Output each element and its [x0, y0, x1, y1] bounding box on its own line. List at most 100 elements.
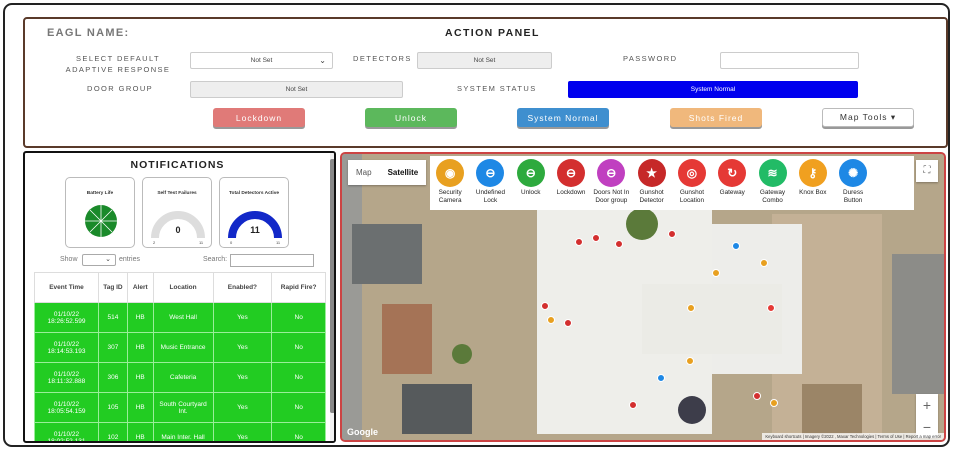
table-cell: HB [126, 362, 154, 393]
eagl-name-label: EAGL NAME: [47, 27, 130, 39]
map-legend: ◉ Security Camera ⊖ Undefined Lock ⊖ Unlock ⊖ L… [430, 156, 914, 210]
table-row[interactable]: 01/10/22 18:11:32.888 306 HB Cafeteria Yes No [34, 362, 326, 393]
legend-item: ◉ Security Camera [430, 156, 470, 210]
legend-label: Doors Not In Door group [593, 189, 630, 204]
detectors-label: DETECTORS [353, 54, 412, 63]
system-normal-button[interactable]: System Normal [517, 108, 609, 127]
total-detectors-arc [228, 211, 282, 239]
table-row[interactable]: 01/10/22 18:14:53.193 307 HB Music Entrance… [34, 332, 326, 363]
detectors-field[interactable]: Not Set [417, 52, 552, 69]
lockdown-button[interactable]: Lockdown [213, 108, 305, 127]
password-field[interactable] [720, 52, 859, 69]
lockdown-marker[interactable] [629, 401, 637, 409]
table-cell: 307 [97, 332, 128, 363]
legend-icon: ⊖ [516, 159, 545, 187]
table-cell: 105 [97, 392, 128, 423]
entries-select[interactable]: ⌄ [82, 254, 116, 266]
map-attribution[interactable]: Keyboard shortcuts | Imagery ©2022 , Max… [762, 433, 944, 440]
self-test-arc [151, 211, 205, 239]
table-row[interactable]: 01/10/22 18:02:52.131 102 HB Main Inter. Ha… [34, 422, 326, 441]
tab-satellite[interactable]: Satellite [380, 160, 427, 185]
camera-marker[interactable] [687, 304, 695, 312]
lockdown-marker[interactable] [668, 230, 676, 238]
gateway-marker[interactable] [767, 304, 775, 312]
legend-item: ★ Gunshot Detector [631, 156, 671, 210]
shots-fired-button[interactable]: Shots Fired [670, 108, 762, 127]
map-tools-button[interactable]: Map Tools ▾ [822, 108, 914, 127]
table-row[interactable]: 01/10/22 18:26:52.599 514 HB West Hall Yes No [34, 302, 326, 333]
legend-icon: ⊖ [597, 159, 626, 187]
unlock-button[interactable]: Unlock [365, 108, 457, 127]
legend-item: ⚷ Knox Box [793, 156, 833, 210]
search-input[interactable] [230, 254, 314, 267]
door-group-field[interactable]: Not Set [190, 81, 403, 98]
table-cell: No [271, 362, 326, 393]
duress-marker[interactable] [732, 242, 740, 250]
table-cell: Yes [212, 332, 273, 363]
camera-marker[interactable] [760, 259, 768, 267]
action-panel-title: ACTION PANEL [445, 27, 540, 39]
table-cell: HB [126, 392, 154, 423]
table-row[interactable]: 01/10/22 18:05:54.159 105 HB South Courtyar… [34, 392, 326, 423]
table-cell: HB [126, 332, 154, 363]
zoom-in-button[interactable]: + [916, 394, 938, 416]
table-cell: No [271, 392, 326, 423]
legend-label: Knox Box [799, 189, 827, 196]
lockdown-marker[interactable] [615, 240, 623, 248]
col-alert[interactable]: Alert [126, 272, 154, 303]
password-label: PASSWORD [623, 54, 678, 63]
table-cell: 306 [97, 362, 128, 393]
lockdown-marker[interactable] [575, 238, 583, 246]
tab-map[interactable]: Map [348, 160, 380, 185]
table-cell: 01/10/22 18:26:52.599 [34, 302, 99, 333]
table-cell: Yes [212, 302, 273, 333]
camera-marker[interactable] [547, 316, 555, 324]
table-cell: 102 [97, 422, 128, 441]
adaptive-response-label: SELECT DEFAULT ADAPTIVE RESPONSE [65, 54, 171, 74]
self-test-max: 11 [199, 240, 204, 245]
camera-marker[interactable] [770, 399, 778, 407]
legend-label: Security Camera [438, 189, 462, 204]
table-cell: West Hall [152, 302, 214, 333]
legend-icon: ≋ [758, 159, 787, 187]
camera-marker[interactable] [686, 357, 694, 365]
legend-icon: ◉ [436, 159, 465, 187]
table-cell: No [271, 302, 326, 333]
lockdown-marker[interactable] [541, 302, 549, 310]
col-location[interactable]: Location [152, 272, 214, 303]
camera-marker[interactable] [712, 269, 720, 277]
legend-label: Gateway [719, 189, 745, 196]
system-status-field: System Normal [568, 81, 858, 98]
legend-item: ⊖ Undefined Lock [470, 156, 510, 210]
col-rapid-fire[interactable]: Rapid Fire? [271, 272, 326, 303]
map-panel[interactable]: Map Satellite ◉ Security Camera ⊖ Undefined… [340, 152, 946, 442]
fullscreen-icon[interactable]: ⛶ [916, 160, 938, 182]
notifications-scrollbar[interactable] [330, 153, 334, 441]
battery-pie-icon [85, 205, 117, 237]
legend-icon: ⊖ [557, 159, 586, 187]
legend-icon: ⊖ [476, 159, 505, 187]
table-cell: Yes [212, 422, 273, 441]
legend-item: ◎ Gunshot Location [672, 156, 712, 210]
self-test-gauge: Self Test Failures 0 2 11 [142, 177, 212, 248]
legend-icon: ✺ [839, 159, 868, 187]
table-header-row: Event Time Tag ID Alert Location Enabled… [34, 272, 326, 303]
scrollbar-thumb[interactable] [330, 159, 334, 413]
google-logo: Google [347, 427, 378, 437]
duress-marker[interactable] [657, 374, 665, 382]
lockdown-marker[interactable] [753, 392, 761, 400]
col-event-time[interactable]: Event Time [34, 272, 99, 303]
legend-item: ≋ Gateway Combo [752, 156, 792, 210]
door-group-label: DOOR GROUP [87, 84, 154, 93]
legend-item: ⊖ Unlock [511, 156, 551, 210]
legend-label: Gunshot Detector [639, 189, 664, 204]
lockdown-marker[interactable] [564, 319, 572, 327]
legend-icon: ★ [637, 159, 666, 187]
legend-label: Duress Button [842, 189, 864, 204]
legend-icon: ↻ [718, 159, 747, 187]
col-tag-id[interactable]: Tag ID [97, 272, 128, 303]
col-enabled[interactable]: Enabled? [212, 272, 273, 303]
adaptive-response-select[interactable]: Not Set ⌄ [190, 52, 333, 69]
legend-label: Lockdown [556, 189, 586, 196]
lockdown-marker[interactable] [592, 234, 600, 242]
